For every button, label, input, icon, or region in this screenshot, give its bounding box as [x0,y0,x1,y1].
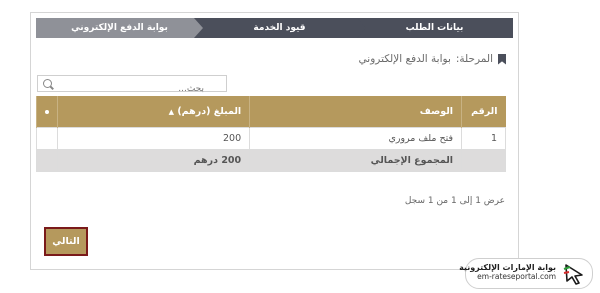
total-options [35,148,59,172]
header-description[interactable]: الوصف [249,96,462,127]
row-amount: 200 [57,126,251,150]
stage-label: المرحلة: [455,53,493,65]
fees-table: الرقم الوصف المبلغ (درهم) ▲ 1 فتح ملف مر… [35,96,506,172]
cursor-logo-icon [563,264,583,285]
stage-title: المرحلة: بوابة الدفع الإلكتروني [359,53,506,65]
search-input[interactable] [38,81,226,97]
row-description: فتح ملف مروري [249,126,463,150]
bookmark-icon [498,53,506,65]
header-amount-label: المبلغ (درهم) [177,105,242,117]
dot-icon [45,109,50,114]
next-button[interactable]: التالي [44,227,88,256]
watermark-arabic: بوابة الإمارات الإلكترونية [459,263,556,272]
sort-caret-icon[interactable]: ▲ [169,108,174,116]
stage-value: بوابة الدفع الإلكتروني [358,53,451,65]
header-options[interactable] [35,96,58,127]
header-number[interactable]: الرقم [461,96,506,127]
watermark-english: em-rateseportal.com [477,272,556,281]
payment-panel: بيانات الطلب قيود الخدمة بوابة الدفع الإ… [30,12,519,270]
table-row: 1 فتح ملف مروري 200 [35,126,506,150]
step-payment-gateway[interactable]: بوابة الدفع الإلكتروني [36,18,203,38]
step-service-restrictions[interactable]: قيود الخدمة [193,18,366,38]
watermark: بوابة الإمارات الإلكترونية em-rateseport… [459,258,593,289]
header-amount[interactable]: المبلغ (درهم) ▲ [57,96,250,127]
search-icon[interactable] [43,79,52,88]
row-number: 1 [461,126,506,150]
wizard-steps: بيانات الطلب قيود الخدمة بوابة الدفع الإ… [36,18,513,38]
step-request-data[interactable]: بيانات الطلب [356,18,513,38]
watermark-text: بوابة الإمارات الإلكترونية em-rateseport… [459,263,556,281]
records-info: عرض 1 إلى 1 من 1 سجل [404,196,505,206]
row-options [35,126,59,150]
search-box [37,75,227,97]
total-value: 200 درهم [57,148,251,172]
total-empty [461,148,506,172]
total-label: المجموع الإجمالي [249,148,463,172]
total-row: المجموع الإجمالي 200 درهم [35,148,506,172]
